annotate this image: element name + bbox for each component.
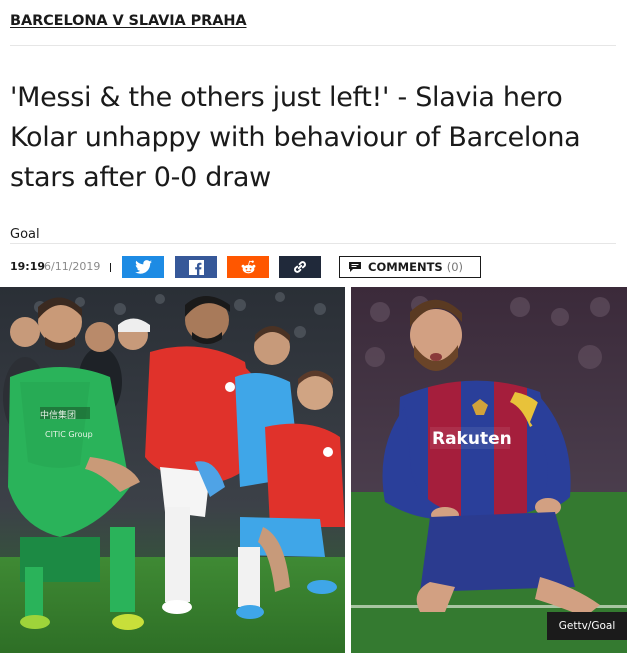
article-meta-row: 19:19 6/11/2019 COMMENTS (0) [10,255,617,279]
divider [10,243,616,244]
comments-label: COMMENTS [368,260,443,274]
reddit-icon [241,260,255,273]
article-author[interactable]: Goal [10,227,40,242]
meta-separator [110,263,111,272]
article-hero-image: 中信集团 CITIC Group Rakuten Gettv/Goal [0,287,627,653]
article-headline: 'Messi & the others just left!' - Slavia… [10,82,581,193]
comments-button[interactable]: COMMENTS (0) [339,256,481,278]
share-twitter-button[interactable] [122,256,164,278]
share-reddit-button[interactable] [227,256,269,278]
svg-text:Rakuten: Rakuten [432,429,512,449]
share-facebook-button[interactable] [175,256,217,278]
comments-count: (0) [446,260,464,274]
svg-text:中信集团: 中信集团 [40,409,76,421]
hero-photo-illustration: 中信集团 CITIC Group Rakuten [0,287,627,653]
image-credit: Gettv/Goal [547,612,627,640]
breadcrumb-link[interactable]: BARCELONA V SLAVIA PRAHA [10,13,247,29]
svg-text:CITIC Group: CITIC Group [45,430,93,439]
facebook-icon [188,259,204,275]
publish-time: 19:19 [10,260,46,273]
share-link-button[interactable] [279,256,321,278]
comment-bubble-icon [349,262,361,272]
link-icon [294,261,306,273]
divider [10,45,616,46]
twitter-icon [134,260,152,274]
publish-date: 6/11/2019 [44,260,101,273]
